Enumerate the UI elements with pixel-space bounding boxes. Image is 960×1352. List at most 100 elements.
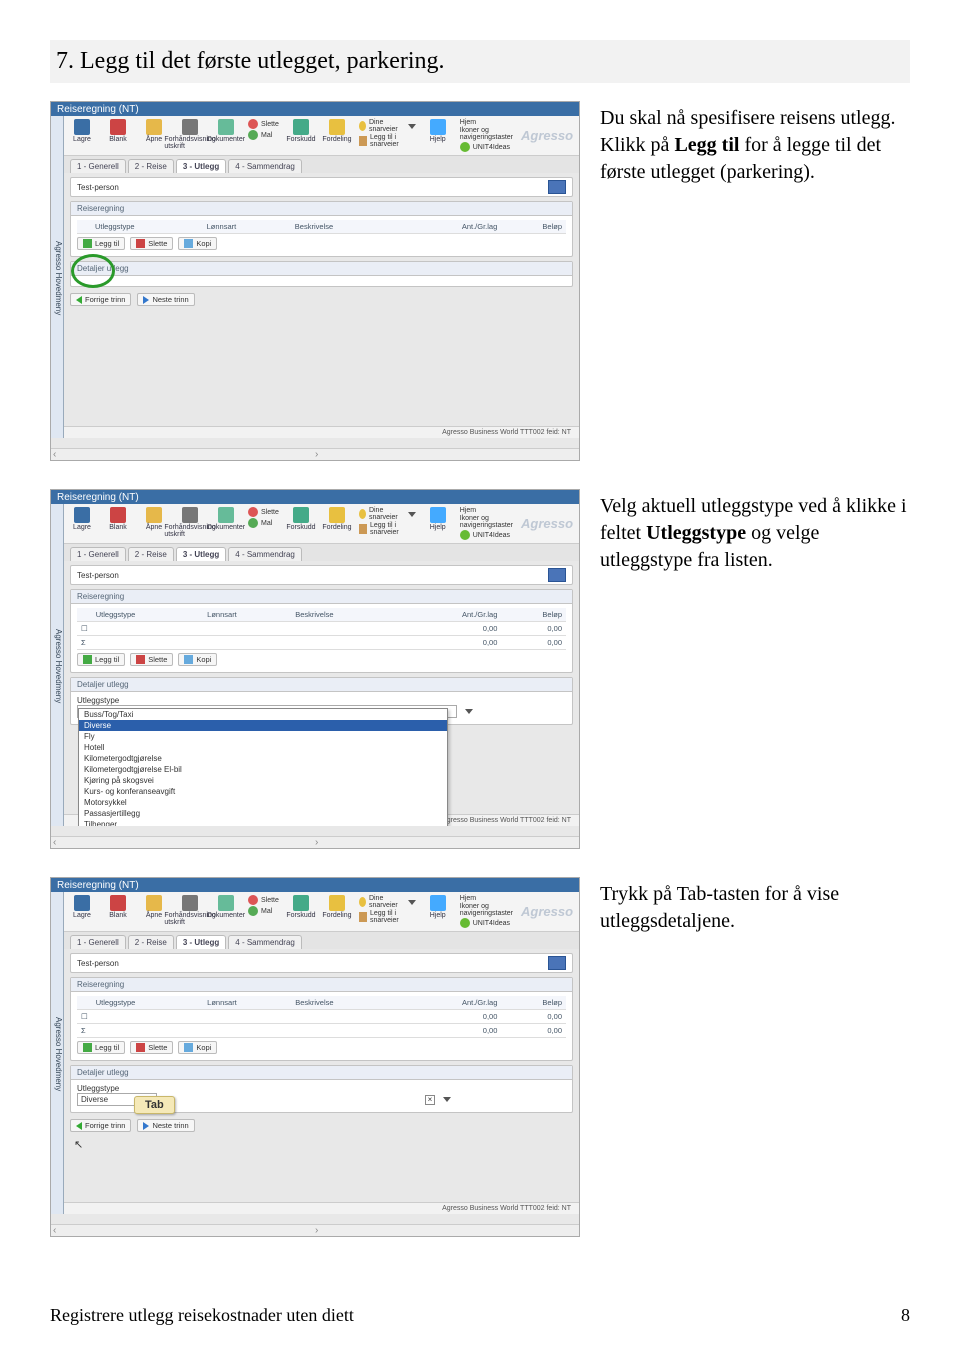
dropdown-item[interactable]: Kilometergodtgjørelse El-bil — [79, 764, 447, 775]
delete-row-button[interactable]: Slette — [130, 237, 173, 250]
clear-button[interactable]: × — [425, 1095, 435, 1105]
dropdown-item[interactable]: Motorsykkel — [79, 797, 447, 808]
info-button[interactable]: Hjelp — [424, 895, 452, 919]
home-link[interactable]: Hjem — [460, 119, 513, 126]
delete-row-button[interactable]: Slette — [130, 653, 173, 666]
dropdown-item[interactable]: Passasjertillegg — [79, 808, 447, 819]
home-link[interactable]: Hjem — [460, 895, 513, 902]
dropdown-item[interactable]: Kilometergodtgjørelse — [79, 753, 447, 764]
table-row[interactable]: ☐ 0,00 0,00 — [77, 622, 566, 636]
documents-button[interactable]: Dokumenter — [212, 119, 240, 143]
save-button[interactable]: Lagre — [68, 119, 96, 143]
delete-link[interactable]: Slette — [248, 507, 279, 517]
tab-expenses[interactable]: 3 - Utlegg — [176, 935, 226, 949]
dropdown-item[interactable]: Kurs- og konferanseavgift — [79, 786, 447, 797]
dropdown-item[interactable]: Buss/Tog/Taxi — [79, 709, 447, 720]
tab-travel[interactable]: 2 - Reise — [128, 547, 174, 561]
add-shortcut-link[interactable]: Legg til i snarveier — [359, 910, 416, 924]
advance-button[interactable]: Forskudd — [287, 895, 315, 919]
save-button[interactable]: Lagre — [68, 507, 96, 531]
tab-expenses[interactable]: 3 - Utlegg — [176, 159, 226, 173]
blank-button[interactable]: Blank — [104, 507, 132, 531]
distribution-button[interactable]: Fordeling — [323, 119, 351, 143]
unit4-link[interactable]: UNIT4Ideas — [460, 142, 513, 152]
table-row[interactable]: ☐ 0,00 0,00 — [77, 1010, 566, 1024]
icons-nav-link[interactable]: Ikoner og navigeringstaster — [460, 903, 513, 917]
prev-step-button[interactable]: Forrige trinn — [70, 293, 131, 306]
advance-button[interactable]: Forskudd — [287, 507, 315, 531]
copy-button[interactable]: Kopi — [178, 1041, 217, 1054]
icons-nav-link[interactable]: Ikoner og navigeringstaster — [460, 127, 513, 141]
copy-button[interactable]: Kopi — [178, 237, 217, 250]
window-title: Reiseregning (NT) — [57, 492, 139, 503]
chevron-down-icon[interactable] — [443, 1097, 451, 1102]
info-button[interactable]: Hjelp — [424, 507, 452, 531]
distribution-button[interactable]: Fordeling — [323, 507, 351, 531]
add-shortcut-link[interactable]: Legg til i snarveier — [359, 134, 416, 148]
icons-nav-link[interactable]: Ikoner og navigeringstaster — [460, 515, 513, 529]
preview-button[interactable]: Forhåndsvisning utskrift — [176, 895, 204, 926]
tab-expenses[interactable]: 3 - Utlegg — [176, 547, 226, 561]
dropdown-item[interactable]: Tilhenger — [79, 819, 447, 826]
delete-icon — [248, 507, 258, 517]
shortcuts-menu[interactable]: Dine snarveier — [359, 895, 416, 909]
tab-summary[interactable]: 4 - Sammendrag — [228, 547, 302, 561]
tab-summary[interactable]: 4 - Sammendrag — [228, 935, 302, 949]
dropdown-item-selected[interactable]: Diverse — [79, 720, 447, 731]
info-button[interactable]: Hjelp — [424, 119, 452, 143]
shortcuts-menu[interactable]: Dine snarveier — [359, 507, 416, 521]
dropdown-item[interactable]: Fly — [79, 731, 447, 742]
tab-summary[interactable]: 4 - Sammendrag — [228, 159, 302, 173]
tab-general[interactable]: 1 - Generell — [70, 159, 126, 173]
shortcuts-menu[interactable]: Dine snarveier — [359, 119, 416, 133]
details-title: Detaljer utlegg — [71, 1066, 572, 1080]
tab-general[interactable]: 1 - Generell — [70, 935, 126, 949]
template-link[interactable]: Mal — [248, 518, 279, 528]
unit4-link[interactable]: UNIT4Ideas — [460, 918, 513, 928]
delete-link[interactable]: Slette — [248, 119, 279, 129]
horizontal-scrollbar[interactable]: ‹› — [51, 1224, 579, 1236]
person-name: Test-person — [77, 183, 119, 192]
footer-left: Registrere utlegg reisekostnader uten di… — [50, 1305, 354, 1326]
home-link[interactable]: Hjem — [460, 507, 513, 514]
tab-travel[interactable]: 2 - Reise — [128, 935, 174, 949]
dropdown-item[interactable]: Hotell — [79, 742, 447, 753]
person-action-icon[interactable] — [548, 568, 566, 582]
preview-button[interactable]: Forhåndsvisning utskrift — [176, 119, 204, 150]
person-action-icon[interactable] — [548, 956, 566, 970]
add-button[interactable]: Legg til — [77, 653, 125, 666]
chevron-down-icon[interactable] — [465, 709, 473, 714]
tab-travel[interactable]: 2 - Reise — [128, 159, 174, 173]
blank-button[interactable]: Blank — [104, 119, 132, 143]
side-tab[interactable]: Agresso Hovedmeny — [51, 116, 64, 438]
add-button[interactable]: Legg til — [77, 237, 125, 250]
delete-row-button[interactable]: Slette — [130, 1041, 173, 1054]
copy-icon — [184, 655, 193, 664]
template-link[interactable]: Mal — [248, 130, 279, 140]
add-shortcut-link[interactable]: Legg til i snarveier — [359, 522, 416, 536]
documents-icon — [218, 119, 234, 135]
save-button[interactable]: Lagre — [68, 895, 96, 919]
unit4-link[interactable]: UNIT4Ideas — [460, 530, 513, 540]
copy-button[interactable]: Kopi — [178, 653, 217, 666]
horizontal-scrollbar[interactable]: ‹› — [51, 448, 579, 460]
horizontal-scrollbar[interactable]: ‹› — [51, 836, 579, 848]
side-tab[interactable]: Agresso Hovedmeny — [51, 892, 64, 1214]
utleggstype-dropdown[interactable]: Buss/Tog/Taxi Diverse Fly Hotell Kilomet… — [78, 708, 448, 826]
prev-step-button[interactable]: Forrige trinn — [70, 1119, 131, 1132]
next-step-button[interactable]: Neste trinn — [137, 293, 194, 306]
add-button[interactable]: Legg til — [77, 1041, 125, 1054]
distribution-button[interactable]: Fordeling — [323, 895, 351, 919]
advance-button[interactable]: Forskudd — [287, 119, 315, 143]
delete-link[interactable]: Slette — [248, 895, 279, 905]
side-tab[interactable]: Agresso Hovedmeny — [51, 504, 64, 826]
tab-general[interactable]: 1 - Generell — [70, 547, 126, 561]
template-link[interactable]: Mal — [248, 906, 279, 916]
dropdown-item[interactable]: Kjøring på skogsvei — [79, 775, 447, 786]
next-step-button[interactable]: Neste trinn — [137, 1119, 194, 1132]
blank-button[interactable]: Blank — [104, 895, 132, 919]
documents-button[interactable]: Dokumenter — [212, 895, 240, 919]
preview-button[interactable]: Forhåndsvisning utskrift — [176, 507, 204, 538]
person-action-icon[interactable] — [548, 180, 566, 194]
documents-button[interactable]: Dokumenter — [212, 507, 240, 531]
